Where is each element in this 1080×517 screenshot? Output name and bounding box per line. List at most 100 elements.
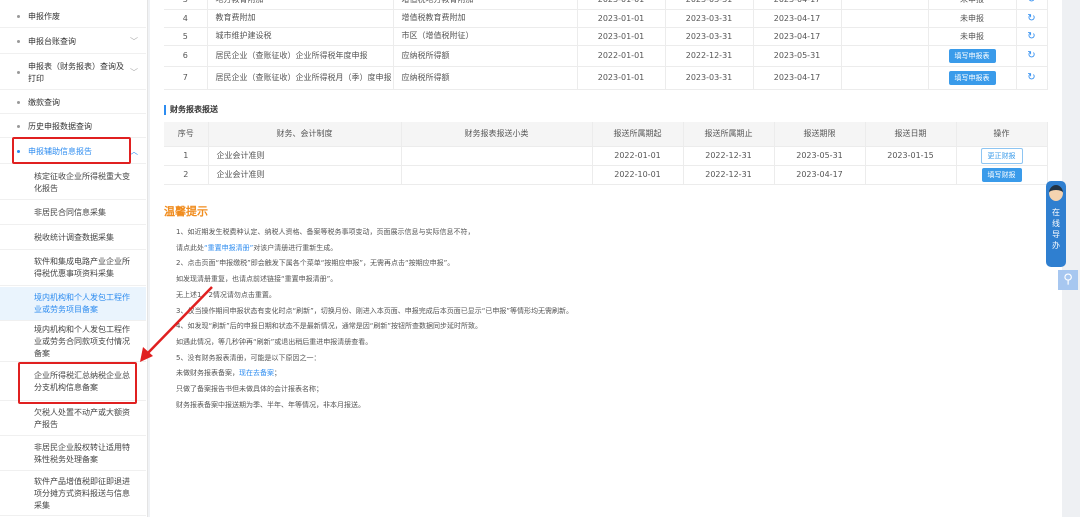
- table-row: 2 企业会计准则 2022-10-01 2022-12-31 2023-04-17 填写财…: [164, 165, 1048, 185]
- correct-report-button[interactable]: 更正财报: [980, 147, 1023, 164]
- tips-list: 1、如近期发生税费种认定、纳税人资格、备案等税务事项变动，页面展示信息与实际信息…: [176, 225, 573, 413]
- avatar-icon: [1049, 185, 1063, 201]
- submit-date: 2023-01-15: [865, 146, 957, 166]
- period-end: 2023-03-31: [665, 27, 754, 46]
- chevron-up-icon: ︿: [130, 147, 138, 156]
- tips-title: 温馨提示: [164, 205, 208, 218]
- financial-report-table: 序号 财务、会计制度 财务报表报送小类 报送所属期起 报送所属期止 报送期限 报送日期 操作 …: [164, 122, 1048, 185]
- tip-line: 财务报表备案中报送期为季、半年、年等情况，非本月报送。: [176, 400, 365, 409]
- subitem[interactable]: 欠税人处置不动产或大额资产报告: [0, 402, 146, 436]
- deadline: 2023-05-31: [753, 45, 842, 67]
- deadline: 2023-05-31: [774, 146, 866, 166]
- tip-line: 未做财务报表备案，现在去备案；: [176, 369, 281, 378]
- refresh-icon[interactable]: ↻: [1027, 31, 1035, 42]
- subitem-active[interactable]: 境内机构和个人发包工程作业或劳务项目备案: [0, 287, 146, 321]
- online-guide-button[interactable]: 在线导办: [1046, 181, 1066, 267]
- file-now-link[interactable]: 现在去备案: [239, 369, 274, 377]
- tax-item: 市区（增值税附征）: [393, 27, 578, 46]
- deadline: 2023-04-17: [753, 9, 842, 28]
- refresh-icon[interactable]: ↻: [1027, 50, 1035, 61]
- refresh-icon[interactable]: ↻: [1027, 72, 1035, 83]
- fill-report-button[interactable]: 填写财报: [981, 167, 1022, 182]
- period-end: 2022-12-31: [683, 165, 775, 185]
- deadline: 2023-04-17: [753, 27, 842, 46]
- subitem[interactable]: 核定征收企业所得税重大变化报告: [0, 166, 146, 200]
- sidebar-item-history[interactable]: 历史申报数据查询: [0, 116, 146, 138]
- refresh-icon[interactable]: ↻: [1027, 13, 1035, 24]
- period-start: 2022-10-01: [592, 165, 684, 185]
- deadline: 2023-04-17: [753, 0, 842, 10]
- period-end: 2022-12-31: [665, 45, 754, 67]
- fill-declaration-button[interactable]: 填写申报表: [948, 70, 996, 85]
- row-number: 5: [164, 27, 208, 46]
- tip-line: 5、没有财务报表清册，可能是以下原因之一：: [176, 353, 321, 362]
- chevron-down-icon: ﹀: [130, 37, 138, 46]
- period-end: 2023-03-31: [665, 66, 754, 90]
- report-subtype: [401, 165, 593, 185]
- column-header: 报送日期: [865, 122, 957, 147]
- tax-item: 应纳税所得额: [393, 66, 578, 90]
- row-number: 4: [164, 9, 208, 28]
- table-row: 5 城市维护建设税 市区（增值税附征） 2023-01-01 2023-03-31 202…: [164, 27, 1048, 46]
- fill-declaration-button[interactable]: 填写申报表: [948, 48, 996, 63]
- tax-name: 居民企业（查账征收）企业所得税月（季）度申报: [207, 66, 394, 90]
- row-number: 2: [164, 165, 209, 185]
- sidebar-item-void[interactable]: 申报作废: [0, 6, 146, 28]
- submit-date: [865, 165, 957, 185]
- row-number: 1: [164, 146, 209, 166]
- subitem[interactable]: 软件产品增值税即征即退进项分摊方式资料报送与信息采集: [0, 472, 146, 516]
- column-header: 财务报表报送小类: [401, 122, 593, 147]
- subitem[interactable]: 税收统计调查数据采集: [0, 226, 146, 250]
- tax-declaration-table: 3地方教育附加增值税地方教育附加2023-01-012023-03-312023…: [164, 0, 1048, 90]
- table-row: 6 居民企业（查账征收）企业所得税年度申报 应纳税所得额 2022-01-01 2022…: [164, 45, 1048, 67]
- tax-item: 增值税教育费附加: [393, 9, 578, 28]
- subitem[interactable]: 非居民企业股权转让适用特殊性税务处理备案: [0, 437, 146, 471]
- table-row: 4 教育费附加 增值税教育费附加 2023-01-01 2023-03-31 2023-0…: [164, 9, 1048, 28]
- column-header: 操作: [956, 122, 1048, 147]
- sidebar-item-report-print[interactable]: 申报表（财务报表）查询及打印 ﹀: [0, 56, 146, 90]
- tip-line: 请点此处“重置申报清册”对该户清册进行重新生成。: [176, 243, 338, 252]
- status-text: 未申报: [960, 0, 984, 4]
- tax-item: 应纳税所得额: [393, 45, 578, 67]
- tip-line: 3、仅当操作期间申报状态有变化时点“刷新”，切换月份、刚进入本页面、申报完成后本…: [176, 306, 573, 315]
- bullet-icon: [17, 101, 20, 104]
- period-start: 2022-01-01: [592, 146, 684, 166]
- status-text: 未申报: [960, 31, 984, 41]
- tip-line: 无上述1、2情况请勿点击重置。: [176, 290, 276, 299]
- sidebar-item-ledger[interactable]: 申报台账查询 ﹀: [0, 30, 146, 54]
- column-header: 报送所属期起: [592, 122, 684, 147]
- bullet-icon: [17, 40, 20, 43]
- reset-register-link[interactable]: “重置申报清册”: [204, 244, 253, 252]
- table-row: 3地方教育附加增值税地方教育附加2023-01-012023-03-312023…: [164, 0, 1048, 10]
- sidebar: 申报作废 申报台账查询 ﹀ 申报表（财务报表）查询及打印 ﹀ 缴款查询 历史申报数据…: [0, 0, 148, 517]
- row-number: 7: [164, 66, 208, 90]
- tip-line: 如发现清册重复，也请点前述链接“重置申报清册”。: [176, 275, 338, 284]
- chevron-down-icon: ﹀: [130, 68, 138, 77]
- section-title: 财务报表报送: [164, 105, 218, 115]
- accounting-system: 企业会计准则: [208, 165, 402, 185]
- table-row: 7 居民企业（查账征收）企业所得税月（季）度申报 应纳税所得额 2023-01-01 2…: [164, 66, 1048, 90]
- user-settings-icon[interactable]: ⚲: [1058, 270, 1078, 290]
- refresh-icon[interactable]: ↻: [1027, 0, 1035, 5]
- tax-item: 增值税地方教育附加: [393, 0, 578, 10]
- status-text: 未申报: [960, 13, 984, 23]
- deadline: 2023-04-17: [774, 165, 866, 185]
- tip-line: 只做了备案报告书但未做具体的会计报表名称；: [176, 385, 323, 394]
- period-start: 2023-01-01: [577, 66, 666, 90]
- bullet-icon: [17, 15, 20, 18]
- column-header: 财务、会计制度: [208, 122, 402, 147]
- sidebar-item-payment[interactable]: 缴款查询: [0, 92, 146, 114]
- highlight-box: [12, 137, 131, 164]
- period-end: 2023-03-31: [665, 0, 754, 10]
- column-header: 序号: [164, 122, 209, 147]
- subitem[interactable]: 境内机构和个人发包工程作业或劳务合同款项支付情况备案: [0, 322, 146, 362]
- tax-name: 居民企业（查账征收）企业所得税年度申报: [207, 45, 394, 67]
- highlight-box: [18, 362, 137, 404]
- row-number: 6: [164, 45, 208, 67]
- tip-line: 2、点击页面“申报缴税”即会触发下属各个菜单“按期应申报”，无需再点击“按期应申…: [176, 259, 455, 268]
- tip-line: 1、如近期发生税费种认定、纳税人资格、备案等税务事项变动，页面展示信息与实际信息…: [176, 228, 475, 236]
- row-number: 3: [164, 0, 208, 10]
- subitem[interactable]: 软件和集成电路产业企业所得税优惠事项资料采集: [0, 251, 146, 286]
- subitem[interactable]: 非居民合同信息采集: [0, 201, 146, 225]
- period-end: 2022-12-31: [683, 146, 775, 166]
